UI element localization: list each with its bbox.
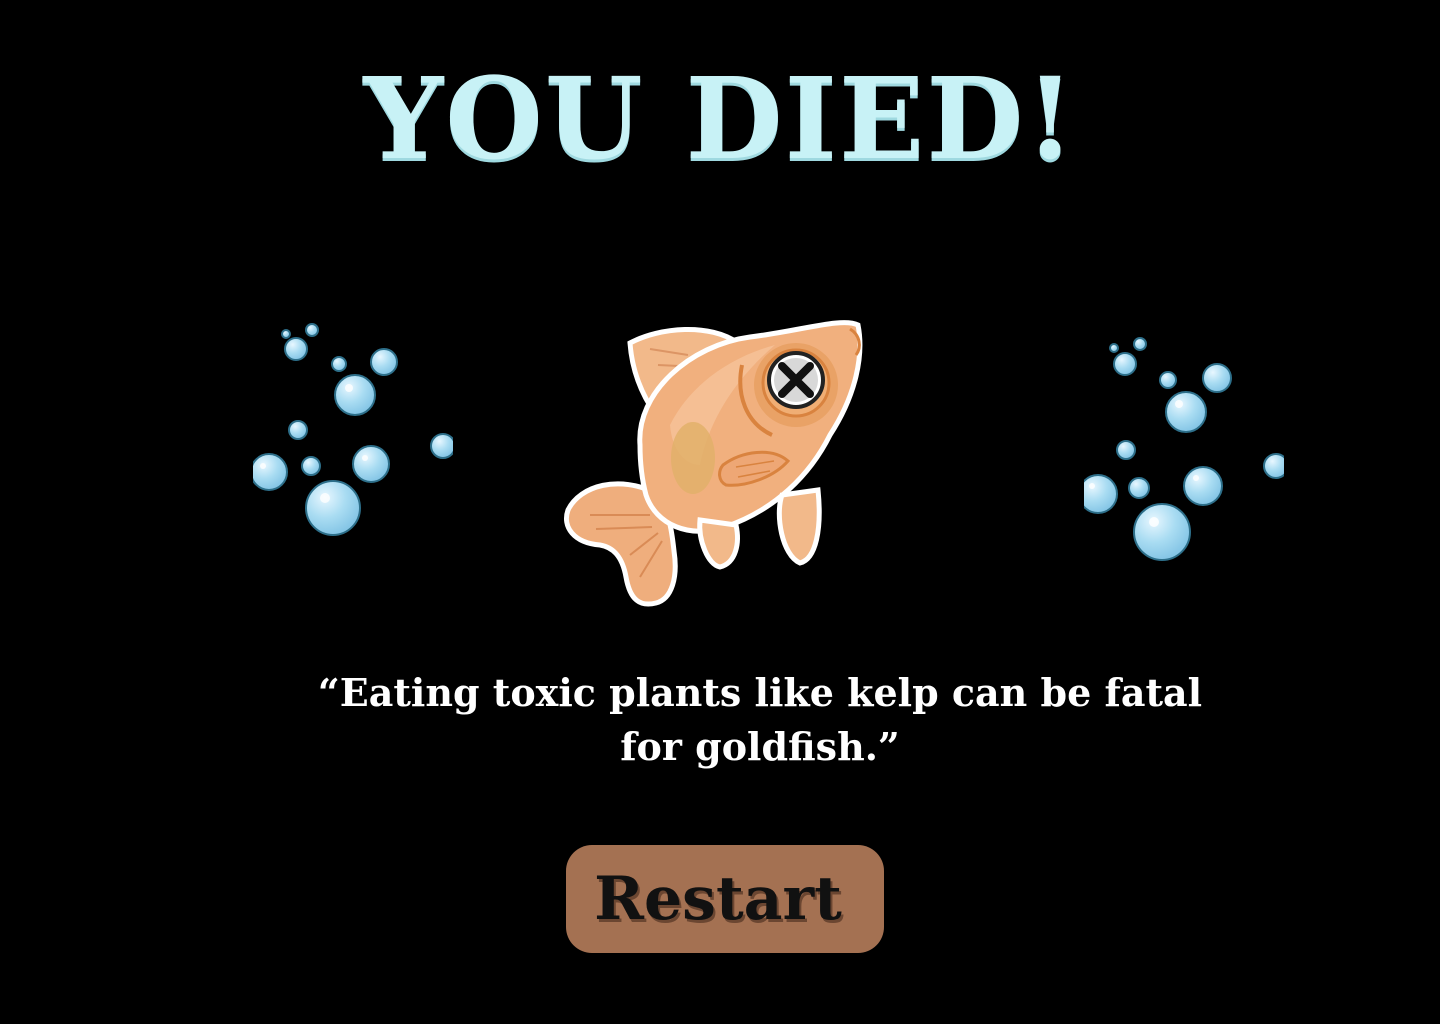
restart-button[interactable]: Restart — [566, 845, 884, 953]
game-over-title: YOU DIED! — [363, 54, 1077, 185]
death-message: “Eating toxic plants like kelp can be fa… — [317, 670, 1203, 769]
dead-goldfish-icon — [560, 315, 870, 615]
game-over-screen: YOU DIED! “Eating toxic plants like kelp… — [0, 0, 1440, 1024]
left-bubbles-icon — [253, 318, 453, 558]
right-bubbles-icon — [1084, 330, 1284, 570]
restart-button-label: Restart — [594, 864, 842, 934]
